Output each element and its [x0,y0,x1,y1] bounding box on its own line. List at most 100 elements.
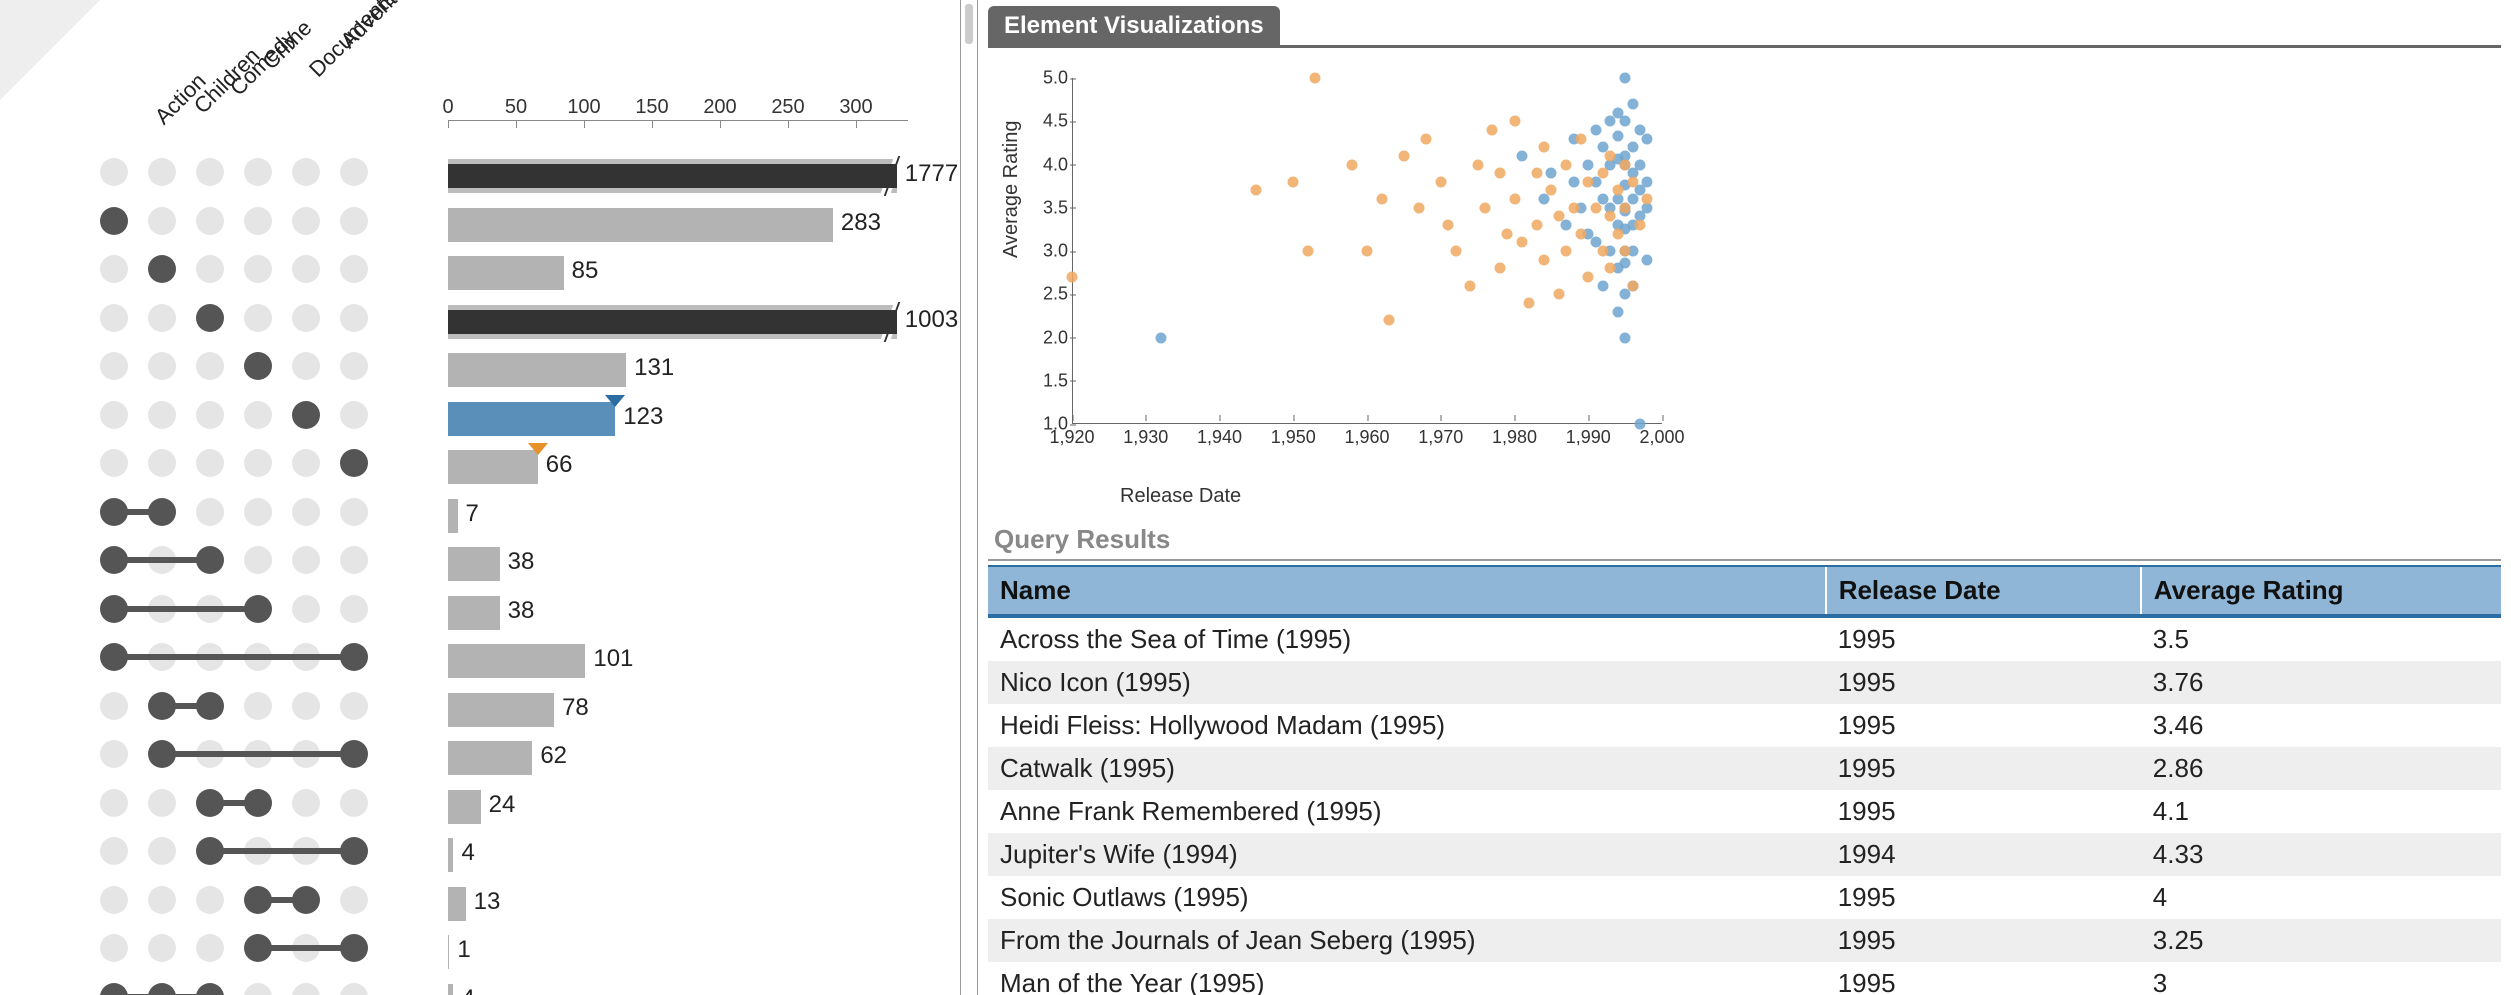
scatter-point[interactable] [1155,332,1166,343]
results-table[interactable]: NameRelease DateAverage Rating Across th… [988,565,2501,995]
scatter-point[interactable] [1524,297,1535,308]
scatter-point[interactable] [1634,159,1645,170]
cardinality-bar-row[interactable]: 62 [448,734,908,783]
scatter-point[interactable] [1509,194,1520,205]
scatter-point[interactable] [1627,280,1638,291]
scatter-point[interactable] [1435,176,1446,187]
cardinality-bar-row[interactable]: 131 [448,346,908,395]
scatter-point[interactable] [1494,168,1505,179]
scatter-point[interactable] [1620,159,1631,170]
cardinality-bar-row[interactable]: 4 [448,977,908,995]
scatter-point[interactable] [1627,98,1638,109]
scatter-point[interactable] [1583,176,1594,187]
scatter-point[interactable] [1347,159,1358,170]
scatter-point[interactable] [1620,332,1631,343]
scatter-point[interactable] [1634,220,1645,231]
scatter-point[interactable] [1575,228,1586,239]
scatter-point[interactable] [1627,176,1638,187]
scatter-point[interactable] [1450,246,1461,257]
category-label[interactable]: Adventure [335,0,424,54]
scatter-point[interactable] [1398,150,1409,161]
scatter-point[interactable] [1568,202,1579,213]
scatter-point[interactable] [1546,185,1557,196]
scatter-point[interactable] [1546,168,1557,179]
scatter-point[interactable] [1598,246,1609,257]
scatter-point[interactable] [1362,246,1373,257]
scatter-point[interactable] [1553,211,1564,222]
cardinality-bar-row[interactable]: 4 [448,831,908,880]
scatter-point[interactable] [1480,202,1491,213]
cardinality-bar-row[interactable]: 24 [448,783,908,832]
cardinality-bar-row[interactable]: 78 [448,686,908,735]
scatter-point[interactable] [1494,263,1505,274]
scatter-point[interactable] [1516,237,1527,248]
scatter-point[interactable] [1067,271,1078,282]
cardinality-bar-row[interactable]: 38 [448,589,908,638]
scatter-point[interactable] [1303,246,1314,257]
scatter-point[interactable] [1612,228,1623,239]
scatter-point[interactable] [1288,176,1299,187]
scatter-point[interactable] [1561,220,1572,231]
scatter-point[interactable] [1310,73,1321,84]
scatter-point[interactable] [1421,133,1432,144]
scatter-point[interactable] [1605,263,1616,274]
scatter-point[interactable] [1472,159,1483,170]
scatter-point[interactable] [1583,159,1594,170]
table-header[interactable]: Release Date [1826,566,2141,616]
scatter-point[interactable] [1620,258,1631,269]
scatter-point[interactable] [1575,133,1586,144]
scatter-point[interactable] [1634,419,1645,430]
cardinality-bar-row[interactable]: 85 [448,249,908,298]
cardinality-bar-row[interactable]: 7 [448,492,908,541]
scatter-point[interactable] [1598,280,1609,291]
scatter-point[interactable] [1598,168,1609,179]
table-row[interactable]: Sonic Outlaws (1995)19954 [988,876,2501,919]
scatter-point[interactable] [1612,185,1623,196]
table-row[interactable]: Jupiter's Wife (1994)19944.33 [988,833,2501,876]
cardinality-bar-row[interactable]: 1003 [448,298,908,347]
table-row[interactable]: Heidi Fleiss: Hollywood Madam (1995)1995… [988,704,2501,747]
scatter-point[interactable] [1605,150,1616,161]
table-row[interactable]: Catwalk (1995)19952.86 [988,747,2501,790]
scatter-point[interactable] [1642,133,1653,144]
table-row[interactable]: Anne Frank Remembered (1995)19954.1 [988,790,2501,833]
scatter-point[interactable] [1590,124,1601,135]
scatter-point[interactable] [1620,116,1631,127]
table-row[interactable]: Nico Icon (1995)19953.76 [988,661,2501,704]
scatter-point[interactable] [1642,254,1653,265]
scatter-point[interactable] [1620,202,1631,213]
cardinality-bar-row[interactable]: 38 [448,540,908,589]
cardinality-bar-row[interactable]: 123 [448,395,908,444]
scatter-point[interactable] [1443,220,1454,231]
scatter-point[interactable] [1620,73,1631,84]
scatter-point[interactable] [1568,176,1579,187]
cardinality-bar-row[interactable]: 1 [448,928,908,977]
table-row[interactable]: From the Journals of Jean Seberg (1995)1… [988,919,2501,962]
scatter-point[interactable] [1531,168,1542,179]
table-row[interactable]: Man of the Year (1995)19953 [988,962,2501,995]
table-header[interactable]: Average Rating [2141,566,2501,616]
scatter-point[interactable] [1627,142,1638,153]
scatter-point[interactable] [1509,116,1520,127]
scatter-point[interactable] [1384,315,1395,326]
panel-divider[interactable] [960,0,978,995]
scatter-point[interactable] [1531,220,1542,231]
scatter-point[interactable] [1561,246,1572,257]
scatter-point[interactable] [1413,202,1424,213]
scatter-point[interactable] [1502,228,1513,239]
cardinality-bar-row[interactable]: 1777 [448,152,908,201]
cardinality-bar-row[interactable]: 66 [448,443,908,492]
scatter-point[interactable] [1553,289,1564,300]
scatter-point[interactable] [1251,185,1262,196]
scatter-point[interactable] [1642,194,1653,205]
scatter-point[interactable] [1539,142,1550,153]
scatter-point[interactable] [1487,124,1498,135]
scatter-point[interactable] [1516,150,1527,161]
scatter-point[interactable] [1539,254,1550,265]
scatter-point[interactable] [1561,159,1572,170]
cardinality-bar-row[interactable]: 283 [448,201,908,250]
scatter-point[interactable] [1612,130,1623,141]
scatter-point[interactable] [1620,246,1631,257]
scatter-chart[interactable]: Average Rating 1.01.52.02.53.03.54.04.55… [1000,48,2501,508]
scatter-point[interactable] [1583,271,1594,282]
